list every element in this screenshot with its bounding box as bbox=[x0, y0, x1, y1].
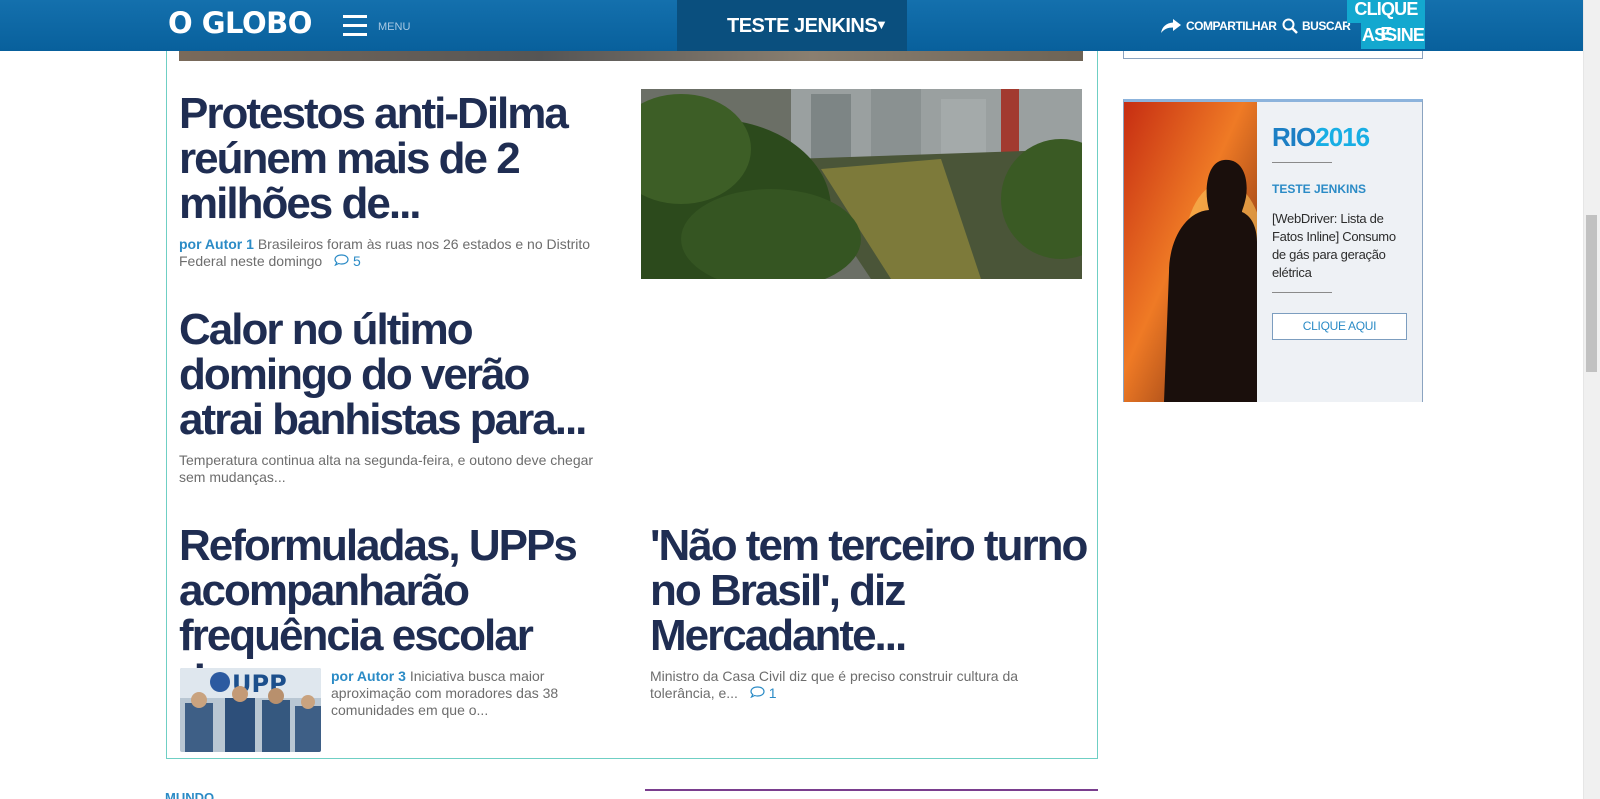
article-dek: Temperatura continua alta na segunda-fei… bbox=[179, 452, 594, 485]
ad-divider bbox=[1272, 162, 1332, 163]
top-navigation-bar: O GLOBO MENU TESTE JENKINS ▼ COMPARTILHA… bbox=[0, 0, 1583, 51]
subscribe-button[interactable]: CLIQUE E ASSINE bbox=[1347, 0, 1425, 50]
rio-logo-text: RIO bbox=[1272, 122, 1316, 152]
article-headline[interactable]: Calor no último domingo do verão atrai b… bbox=[179, 307, 609, 442]
article-summary: por Autor 1 Brasileiros foram às ruas no… bbox=[179, 236, 609, 270]
ad-body-text: [WebDriver: Lista de Fatos Inline] Consu… bbox=[1272, 211, 1396, 280]
comment-count: 5 bbox=[352, 253, 361, 269]
article-summary: por Autor 3 Iniciativa busca maior aprox… bbox=[331, 668, 581, 719]
comment-bubble-icon bbox=[334, 254, 349, 267]
vertical-scrollbar[interactable] bbox=[1583, 0, 1600, 799]
rio-logo-year: 2016 bbox=[1315, 122, 1370, 152]
oglobo-logo[interactable]: O GLOBO bbox=[168, 6, 312, 40]
share-arrow-icon bbox=[1161, 19, 1181, 33]
share-button[interactable]: COMPARTILHAR bbox=[1160, 18, 1277, 34]
hamburger-menu-icon[interactable] bbox=[343, 15, 367, 36]
scrollbar-thumb[interactable] bbox=[1586, 215, 1597, 372]
ad-divider bbox=[1272, 292, 1332, 293]
ad-text-panel: RIO2016 TESTE JENKINS [WebDriver: Lista … bbox=[1257, 102, 1422, 402]
previous-image-strip[interactable] bbox=[179, 51, 1083, 61]
search-label: BUSCAR bbox=[1302, 19, 1351, 33]
comment-count: 1 bbox=[768, 685, 777, 701]
menu-label[interactable]: MENU bbox=[378, 21, 410, 33]
article-byline[interactable]: por Autor 3 bbox=[331, 668, 406, 684]
section-dropdown-label: TESTE JENKINS bbox=[727, 15, 878, 37]
search-button[interactable]: BUSCAR bbox=[1282, 18, 1351, 34]
article-dek: Ministro da Casa Civil diz que é preciso… bbox=[650, 668, 1019, 701]
subscribe-line-2: ASSINE bbox=[1361, 23, 1425, 49]
comments-link[interactable]: 1 bbox=[749, 685, 777, 701]
article-byline[interactable]: por Autor 1 bbox=[179, 236, 254, 252]
upp-officers-photo[interactable]: UPP bbox=[180, 668, 321, 752]
article-headline[interactable]: Protestos anti-Dilma reúnem mais de 2 mi… bbox=[179, 91, 609, 226]
search-icon bbox=[1282, 18, 1298, 34]
caret-down-icon: ▼ bbox=[875, 17, 888, 32]
section-heading-mundo[interactable]: MUNDO bbox=[165, 790, 214, 799]
section-divider bbox=[645, 789, 1098, 791]
protest-crowd-photo[interactable] bbox=[641, 89, 1082, 279]
comment-bubble-icon bbox=[749, 686, 765, 699]
article-headline[interactable]: 'Não tem terceiro turno no Brasil', diz … bbox=[650, 523, 1090, 658]
section-dropdown[interactable]: TESTE JENKINS ▼ bbox=[677, 0, 907, 51]
rio2016-advertisement[interactable]: RIO2016 TESTE JENKINS [WebDriver: Lista … bbox=[1123, 99, 1423, 402]
article-summary: Ministro da Casa Civil diz que é preciso… bbox=[650, 668, 1050, 702]
ad-fire-photo bbox=[1124, 102, 1257, 402]
ad-click-button[interactable]: CLIQUE AQUI bbox=[1272, 313, 1407, 340]
subscribe-line-1: CLIQUE E bbox=[1347, 0, 1425, 44]
ad-section-label: TESTE JENKINS bbox=[1272, 182, 1367, 196]
comments-link[interactable]: 5 bbox=[334, 253, 361, 269]
rio2016-logo: RIO2016 bbox=[1272, 122, 1370, 153]
page: O GLOBO MENU TESTE JENKINS ▼ COMPARTILHA… bbox=[0, 0, 1600, 799]
share-label: COMPARTILHAR bbox=[1186, 19, 1277, 33]
